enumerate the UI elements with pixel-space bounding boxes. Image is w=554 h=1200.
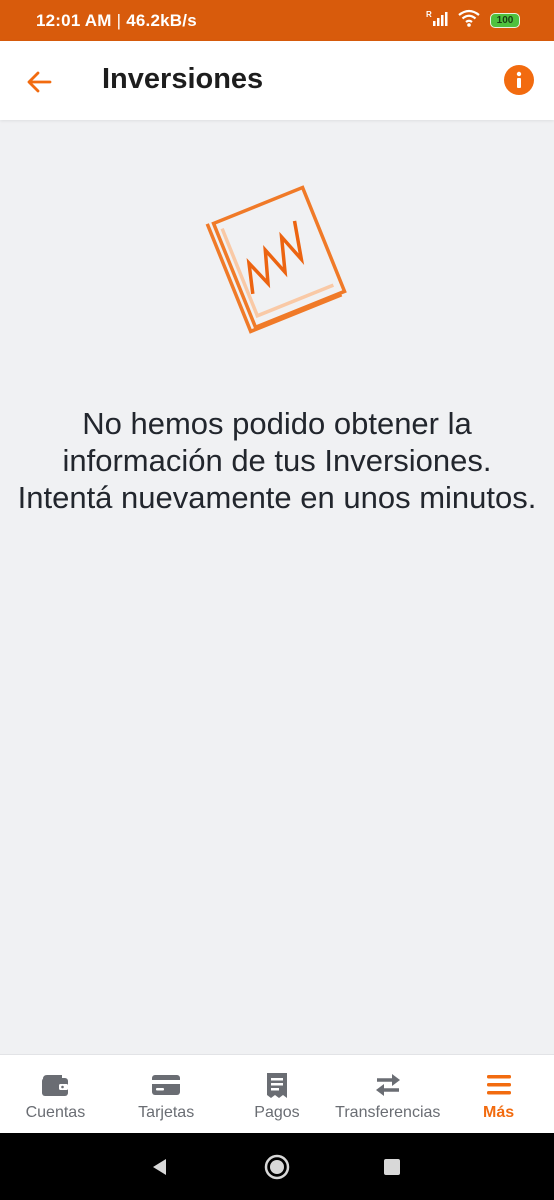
triangle-back-icon xyxy=(153,1159,166,1175)
bottom-nav: Cuentas Tarjetas Pagos Transferencias Má… xyxy=(0,1054,554,1134)
status-left: 12:01 AM | 46.2kB/s xyxy=(36,0,197,41)
circle-home-icon xyxy=(264,1154,290,1180)
nav-label-tarjetas: Tarjetas xyxy=(138,1104,195,1121)
square-recents-icon xyxy=(384,1159,400,1175)
status-time: 12:01 AM xyxy=(36,10,112,30)
status-right: R 100 xyxy=(426,0,520,41)
system-recents-button[interactable] xyxy=(383,1158,401,1181)
network-speed: 46.2kB/s xyxy=(126,10,197,30)
nav-item-transferencias[interactable]: Transferencias xyxy=(332,1055,443,1134)
nav-item-cuentas[interactable]: Cuentas xyxy=(0,1055,111,1134)
wallet-icon xyxy=(40,1071,70,1099)
system-home-button[interactable] xyxy=(264,1154,290,1185)
nav-label-cuentas: Cuentas xyxy=(25,1104,86,1121)
wifi-icon xyxy=(458,9,480,32)
system-back-button[interactable] xyxy=(150,1157,170,1182)
status-separator: | xyxy=(116,10,122,30)
credit-card-icon xyxy=(151,1071,181,1099)
nav-label-transferencias: Transferencias xyxy=(335,1104,441,1121)
empty-state-message: No hemos podido obtener la información d… xyxy=(0,405,554,516)
signal-roaming-icon: R xyxy=(426,9,448,32)
nav-item-tarjetas[interactable]: Tarjetas xyxy=(111,1055,222,1134)
message-line-3: Intentá nuevamente en unos minutos. xyxy=(17,480,537,515)
svg-text:R: R xyxy=(426,10,432,19)
arrow-left-icon xyxy=(27,71,52,93)
nav-item-mas[interactable]: Más xyxy=(443,1055,554,1134)
receipt-icon xyxy=(265,1071,289,1099)
info-icon xyxy=(516,71,522,88)
app-header: Inversiones xyxy=(0,41,554,120)
page-title: Inversiones xyxy=(102,63,264,95)
menu-icon xyxy=(486,1071,512,1099)
back-button[interactable] xyxy=(22,65,56,99)
info-button[interactable] xyxy=(504,65,534,95)
transfer-arrows-icon xyxy=(374,1071,402,1099)
nav-item-pagos[interactable]: Pagos xyxy=(222,1055,333,1134)
message-line-1: No hemos podido obtener la xyxy=(82,406,472,441)
message-line-2: información de tus Inversiones. xyxy=(62,443,492,478)
status-bar: 12:01 AM | 46.2kB/s R 100 xyxy=(0,0,554,41)
nav-label-mas: Más xyxy=(483,1104,515,1121)
battery-icon: 100 xyxy=(490,13,520,28)
investment-chart-icon xyxy=(200,170,355,340)
nav-label-pagos: Pagos xyxy=(254,1104,300,1121)
system-nav-bar xyxy=(0,1133,554,1200)
